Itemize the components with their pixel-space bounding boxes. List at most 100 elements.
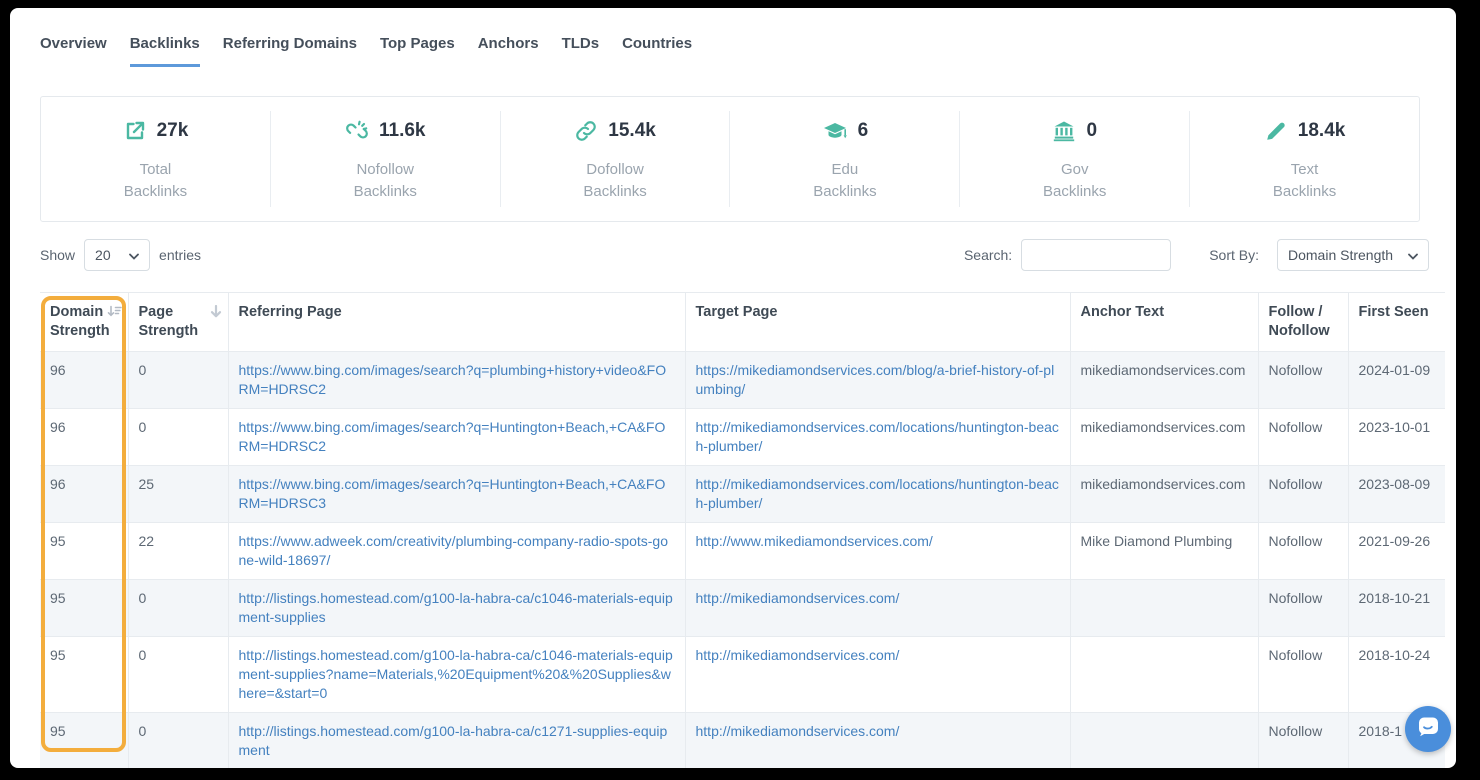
domain-strength-value: 95	[50, 647, 66, 663]
backlinks-table: Domain Strength Page Strength	[40, 292, 1445, 768]
chat-launcher-button[interactable]	[1405, 706, 1451, 752]
first-seen-value: 2023-08-09	[1359, 476, 1431, 492]
tab-backlinks[interactable]: Backlinks	[130, 35, 200, 67]
chevron-down-icon	[129, 247, 139, 263]
referring-page-link[interactable]: http://listings.homestead.com/g100-la-ha…	[239, 723, 668, 758]
column-header-first-seen[interactable]: First Seen	[1348, 293, 1445, 352]
follow-value: Nofollow	[1269, 419, 1323, 435]
first-seen-value: 2024-01-09	[1359, 362, 1431, 378]
stat-text-backlinks: 18.4k Text Backlinks	[1189, 111, 1419, 207]
sort-by-label: Sort By:	[1209, 247, 1259, 263]
target-page-link[interactable]: http://mikediamondservices.com/	[696, 647, 900, 663]
bank-icon	[1052, 119, 1076, 143]
pencil-icon	[1264, 119, 1288, 143]
page-strength-value: 25	[139, 476, 155, 492]
referring-page-link[interactable]: https://www.bing.com/images/search?q=Hun…	[239, 476, 666, 511]
column-header-referring-page[interactable]: Referring Page	[228, 293, 685, 352]
table-row: 95 0 http://listings.homestead.com/g100-…	[40, 580, 1445, 637]
stat-total-backlinks: 27k Total Backlinks	[41, 111, 270, 207]
stat-label-line1: Edu	[730, 159, 959, 181]
stat-value: 11.6k	[379, 120, 426, 142]
referring-page-link[interactable]: http://listings.homestead.com/g100-la-ha…	[239, 590, 673, 625]
first-seen-value: 2018-10-21	[1359, 590, 1431, 606]
graduation-cap-icon	[822, 119, 848, 143]
table-row: 95 0 http://listings.homestead.com/g100-…	[40, 637, 1445, 713]
stat-label-line2: Backlinks	[501, 181, 730, 203]
column-header-page-strength[interactable]: Page Strength	[128, 293, 228, 352]
domain-strength-value: 95	[50, 590, 66, 606]
table-row: 95 0 http://listings.homestead.com/g100-…	[40, 713, 1445, 769]
tab-tlds[interactable]: TLDs	[562, 35, 600, 67]
target-page-link[interactable]: http://mikediamondservices.com/locations…	[696, 476, 1059, 511]
sort-by-value: Domain Strength	[1288, 247, 1393, 263]
table-row: 96 25 https://www.bing.com/images/search…	[40, 466, 1445, 523]
column-header-anchor-text[interactable]: Anchor Text	[1070, 293, 1258, 352]
stat-label-line1: Dofollow	[501, 159, 730, 181]
first-seen-value: 2023-10-01	[1359, 419, 1431, 435]
domain-strength-value: 96	[50, 362, 66, 378]
tab-countries[interactable]: Countries	[622, 35, 692, 67]
target-page-link[interactable]: http://www.mikediamondservices.com/	[696, 533, 933, 549]
domain-strength-value: 95	[50, 533, 66, 549]
tab-top-pages[interactable]: Top Pages	[380, 35, 455, 67]
sort-amount-icon[interactable]	[107, 305, 122, 324]
stat-label-line2: Backlinks	[41, 181, 270, 203]
domain-strength-value: 95	[50, 723, 66, 739]
stat-dofollow-backlinks: 15.4k Dofollow Backlinks	[500, 111, 730, 207]
column-header-follow-nofollow[interactable]: Follow / Nofollow	[1258, 293, 1348, 352]
column-header-domain-strength[interactable]: Domain Strength	[40, 293, 128, 352]
tab-anchors[interactable]: Anchors	[478, 35, 539, 67]
follow-value: Nofollow	[1269, 590, 1323, 606]
sort-by-select[interactable]: Domain Strength	[1277, 239, 1429, 271]
entries-label: entries	[159, 247, 201, 263]
anchor-text-value: Mike Diamond Plumbing	[1081, 533, 1233, 549]
anchor-text-value: mikediamondservices.com	[1081, 362, 1246, 378]
chat-bubble-icon	[1415, 714, 1441, 745]
referring-page-link[interactable]: https://www.bing.com/images/search?q=Hun…	[239, 419, 666, 454]
stat-value: 0	[1086, 120, 1097, 142]
stat-label-line1: Total	[41, 159, 270, 181]
stat-label-line1: Text	[1190, 159, 1419, 181]
anchor-text-value: mikediamondservices.com	[1081, 419, 1246, 435]
stat-value: 27k	[157, 120, 189, 142]
referring-page-link[interactable]: https://www.adweek.com/creativity/plumbi…	[239, 533, 669, 568]
backlinks-report-page: Overview Backlinks Referring Domains Top…	[10, 8, 1456, 768]
follow-value: Nofollow	[1269, 362, 1323, 378]
page-size-value: 20	[95, 247, 111, 263]
target-page-link[interactable]: http://mikediamondservices.com/	[696, 590, 900, 606]
tab-referring-domains[interactable]: Referring Domains	[223, 35, 357, 67]
target-page-link[interactable]: http://mikediamondservices.com/locations…	[696, 419, 1059, 454]
table-header-row: Domain Strength Page Strength	[40, 293, 1445, 352]
stat-label-line1: Nofollow	[271, 159, 500, 181]
search-input[interactable]	[1021, 239, 1171, 271]
anchor-text-value: mikediamondservices.com	[1081, 476, 1246, 492]
target-page-link[interactable]: http://mikediamondservices.com/	[696, 723, 900, 739]
follow-value: Nofollow	[1269, 723, 1323, 739]
arrow-down-icon[interactable]	[210, 305, 222, 324]
follow-value: Nofollow	[1269, 647, 1323, 663]
follow-value: Nofollow	[1269, 476, 1323, 492]
referring-page-link[interactable]: https://www.bing.com/images/search?q=plu…	[239, 362, 667, 397]
page-size-select[interactable]: 20	[84, 239, 150, 271]
target-page-link[interactable]: https://mikediamondservices.com/blog/a-b…	[696, 362, 1055, 397]
backlink-stats-panel: 27k Total Backlinks 11.6k Nofollow Backl…	[40, 96, 1420, 222]
stat-label-line2: Backlinks	[1190, 181, 1419, 203]
domain-strength-value: 96	[50, 419, 66, 435]
column-header-target-page[interactable]: Target Page	[685, 293, 1070, 352]
page-strength-value: 0	[139, 647, 147, 663]
table-controls: Show 20 entries Search: Sort By: Domain …	[40, 239, 1445, 271]
stat-value: 15.4k	[608, 120, 656, 142]
stat-label-line2: Backlinks	[960, 181, 1189, 203]
stat-nofollow-backlinks: 11.6k Nofollow Backlinks	[270, 111, 500, 207]
page-strength-value: 0	[139, 723, 147, 739]
tab-overview[interactable]: Overview	[40, 35, 107, 67]
stat-gov-backlinks: 0 Gov Backlinks	[959, 111, 1189, 207]
domain-strength-value: 96	[50, 476, 66, 492]
search-label: Search:	[964, 247, 1012, 263]
stat-value: 6	[858, 120, 869, 142]
stat-label-line1: Gov	[960, 159, 1189, 181]
stat-label-line2: Backlinks	[271, 181, 500, 203]
referring-page-link[interactable]: http://listings.homestead.com/g100-la-ha…	[239, 647, 673, 701]
page-strength-value: 22	[139, 533, 155, 549]
report-tab-bar: Overview Backlinks Referring Domains Top…	[40, 35, 692, 67]
